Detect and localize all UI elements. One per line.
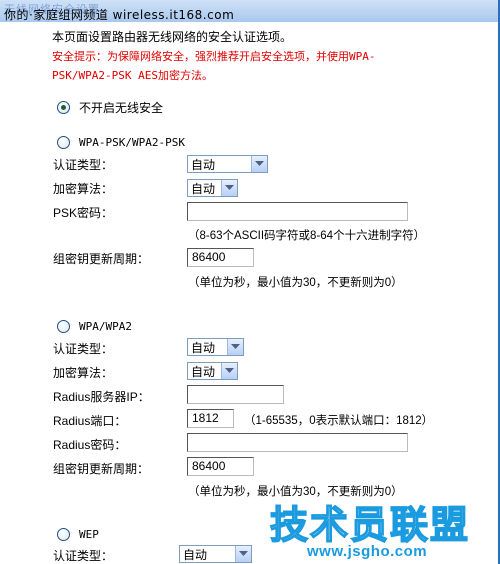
wpa-psk-group-key-label: 组密钥更新周期： <box>53 252 150 266</box>
option-wep[interactable]: WEP <box>57 526 99 542</box>
site-logo-watermark: 技术员联盟 <box>269 502 471 548</box>
chevron-down-icon <box>235 546 251 562</box>
wpa-psk-encryption-select[interactable]: 自动 <box>187 179 238 197</box>
wpa-label: WPA/WPA2 <box>79 319 132 333</box>
psk-password-hint: （8-63个ASCII码字符或8-64个十六进制字符） <box>188 230 426 242</box>
wpa-psk-radio[interactable] <box>57 135 70 149</box>
wireless-security-page: 无线网络安全设置 你的·家庭组网频道 wireless.it168.com 本页… <box>0 0 500 564</box>
wpa-psk-auth-type-value: 自动 <box>191 157 216 172</box>
chevron-down-icon <box>251 156 267 172</box>
radius-ip-label: Radius服务器IP： <box>53 390 150 404</box>
option-no-security[interactable]: 不开启无线安全 <box>57 99 163 115</box>
psk-password-label: PSK密码： <box>53 206 114 220</box>
chevron-down-icon <box>221 180 237 196</box>
radius-port-hint: （1-65535，0表示默认端口：1812） <box>244 415 434 427</box>
radius-password-input[interactable] <box>187 433 408 452</box>
wep-auth-type-select[interactable]: 自动 <box>179 545 252 563</box>
wpa-auth-type-value: 自动 <box>191 340 216 355</box>
option-wpa[interactable]: WPA/WPA2 <box>57 318 132 334</box>
wpa-psk-encryption-label: 加密算法： <box>53 182 114 196</box>
wep-auth-type-value: 自动 <box>183 547 208 562</box>
no-security-label: 不开启无线安全 <box>79 100 164 115</box>
radius-port-input[interactable]: 1812 <box>187 409 234 428</box>
wpa-psk-group-key-hint: （单位为秒，最小值为30，不更新则为0） <box>188 277 403 289</box>
intro-text: 本页面设置路由器无线网络的安全认证选项。 安全提示：为保障网络安全，强烈推荐开启… <box>52 28 492 85</box>
security-warning-line1: 安全提示：为保障网络安全，强烈推荐开启安全选项，并使用WPA- <box>52 50 376 63</box>
wpa-encryption-value: 自动 <box>191 364 216 379</box>
chevron-down-icon <box>227 339 243 355</box>
wpa-group-key-input[interactable]: 86400 <box>187 457 254 476</box>
wpa-psk-group-key-input[interactable]: 86400 <box>187 248 254 267</box>
wep-radio[interactable] <box>57 527 70 541</box>
wpa-auth-type-label: 认证类型： <box>53 342 114 356</box>
wpa-psk-label: WPA-PSK/WPA2-PSK <box>79 135 185 149</box>
source-watermark: 你的·家庭组网频道 wireless.it168.com <box>4 8 235 22</box>
wpa-auth-type-select[interactable]: 自动 <box>187 338 244 356</box>
wpa-psk-auth-type-select[interactable]: 自动 <box>187 155 268 173</box>
wep-label: WEP <box>79 527 99 541</box>
title-bar: 无线网络安全设置 你的·家庭组网频道 wireless.it168.com <box>0 0 498 22</box>
site-url-watermark: www.jsgho.com <box>307 543 428 560</box>
psk-password-input[interactable] <box>187 202 408 221</box>
no-security-radio[interactable] <box>57 100 70 114</box>
security-warning-line2: PSK/WPA2-PSK AES加密方法。 <box>52 69 213 82</box>
wpa-encryption-select[interactable]: 自动 <box>187 362 238 380</box>
wpa-group-key-label: 组密钥更新周期： <box>53 462 150 476</box>
wpa-psk-encryption-value: 自动 <box>191 181 216 196</box>
wpa-radio[interactable] <box>57 319 70 333</box>
chevron-down-icon <box>221 363 237 379</box>
intro-description: 本页面设置路由器无线网络的安全认证选项。 <box>52 30 293 44</box>
radius-ip-input[interactable] <box>187 385 284 404</box>
option-wpa-psk[interactable]: WPA-PSK/WPA2-PSK <box>57 134 185 150</box>
wep-auth-type-label: 认证类型： <box>53 549 114 563</box>
radius-password-label: Radius密码： <box>53 438 127 452</box>
radius-port-label: Radius端口： <box>53 414 127 428</box>
wpa-encryption-label: 加密算法： <box>53 366 114 380</box>
wpa-psk-auth-type-label: 认证类型： <box>53 158 114 172</box>
